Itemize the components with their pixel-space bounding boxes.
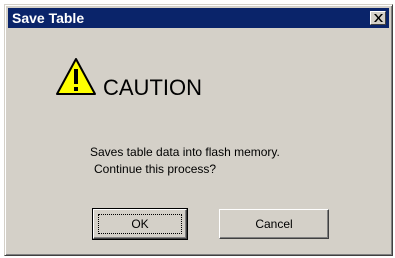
save-table-dialog: Save Table CAUTION Saves table data into… — [4, 4, 393, 256]
message-line-2: Continue this process? — [94, 162, 217, 176]
cancel-button-label: Cancel — [255, 217, 293, 231]
close-button[interactable] — [370, 11, 386, 25]
focus-rectangle — [98, 214, 182, 234]
title-bar[interactable]: Save Table — [8, 8, 389, 28]
cancel-button[interactable]: Cancel — [219, 209, 329, 239]
ok-button[interactable]: OK — [92, 208, 188, 240]
warning-triangle-icon — [55, 57, 97, 102]
close-icon — [374, 14, 383, 22]
window-title: Save Table — [12, 10, 85, 26]
message-line-1: Saves table data into flash memory. — [90, 145, 280, 159]
caution-heading: CAUTION — [103, 75, 202, 100]
